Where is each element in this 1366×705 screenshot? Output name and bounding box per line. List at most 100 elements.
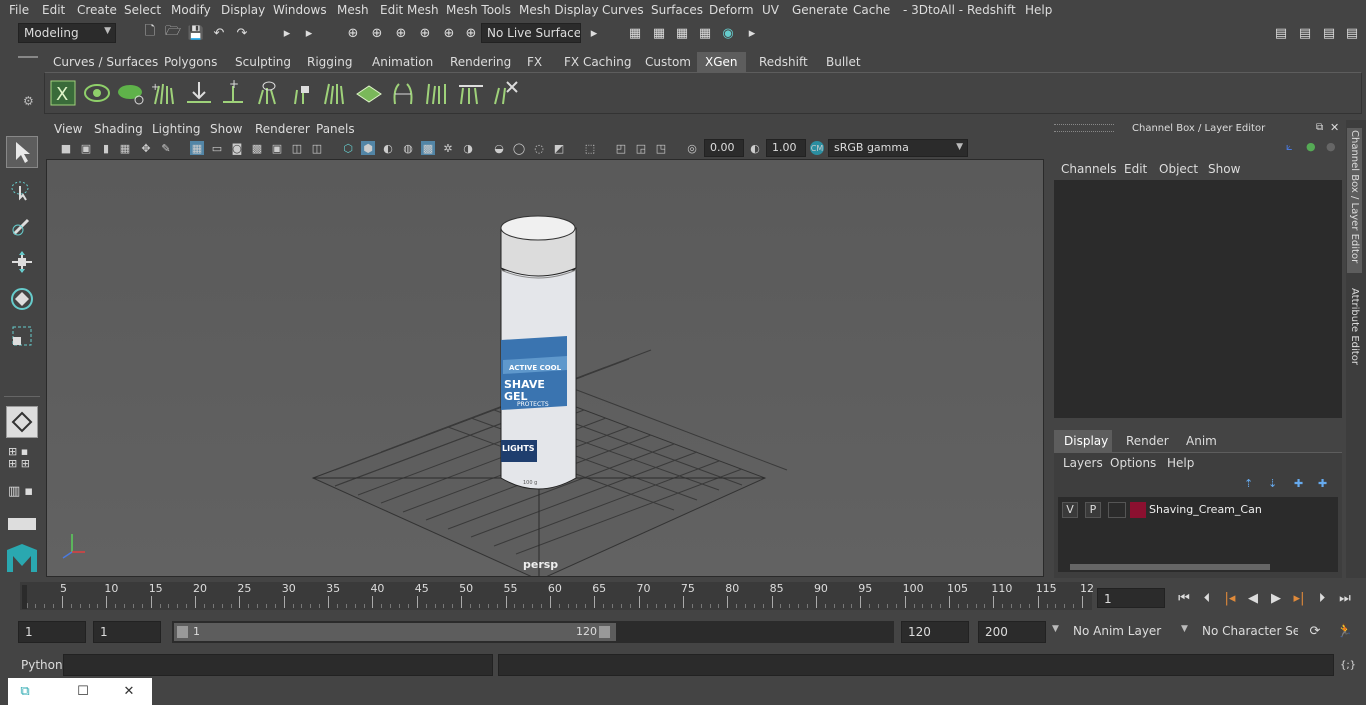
menu-create[interactable]: Create — [77, 3, 117, 17]
layout-single-icon[interactable]: ⊞ ▪ ⊞ ⊞ — [8, 446, 36, 472]
scale-tool-icon[interactable] — [6, 320, 38, 352]
tab-animation[interactable]: Animation — [364, 52, 441, 72]
xgen-guide-icon[interactable]: + — [150, 78, 180, 108]
menu-help[interactable]: Help — [1025, 3, 1052, 17]
layer-menu-options[interactable]: Options — [1110, 456, 1156, 470]
live-surface-field[interactable]: No Live Surface — [481, 23, 581, 43]
color-mgmt-icon[interactable]: CM — [810, 141, 824, 155]
tab-anim[interactable]: Anim — [1178, 430, 1228, 452]
menu-mesh-tools[interactable]: Mesh Tools — [446, 3, 511, 17]
hud-icon[interactable]: ◳ — [654, 141, 668, 155]
xgen-bend-icon[interactable] — [388, 78, 418, 108]
layer-display-type[interactable] — [1108, 502, 1126, 518]
xgen-normalize-icon[interactable] — [320, 78, 350, 108]
key-icon[interactable]: ● — [1326, 140, 1336, 153]
move-layer-up-icon[interactable]: ⇡ — [1244, 477, 1253, 490]
xray-icon[interactable]: ⬚ — [583, 141, 597, 155]
layer-name[interactable]: Shaving_Cream_Can — [1149, 503, 1262, 516]
range-end-handle[interactable] — [599, 626, 610, 638]
toggle-ui-icon[interactable]: ▤ — [1296, 24, 1314, 42]
layout-outliner-icon[interactable] — [8, 518, 36, 530]
axis-icon[interactable]: ⟀ — [1286, 140, 1293, 154]
panel-grip-icon[interactable] — [1054, 124, 1114, 132]
menu-display[interactable]: Display — [221, 3, 265, 17]
vp-menu-lighting[interactable]: Lighting — [152, 122, 201, 136]
auto-key-icon[interactable]: ⟳ — [1306, 622, 1324, 640]
menu-uv[interactable]: UV — [762, 3, 779, 17]
channel-list[interactable] — [1054, 180, 1342, 418]
vp-menu-show[interactable]: Show — [210, 122, 242, 136]
render-seq-icon[interactable]: ▦ — [650, 24, 668, 42]
isolate-select-icon[interactable]: ◩ — [552, 141, 566, 155]
xgen-length-icon[interactable] — [456, 78, 486, 108]
menu-modify[interactable]: Modify — [171, 3, 211, 17]
playback-start-field[interactable]: 1 — [93, 621, 161, 643]
scene-end-field[interactable]: 200 — [978, 621, 1046, 643]
textured-icon[interactable]: ◍ — [401, 141, 415, 155]
move-tool-icon[interactable] — [6, 246, 38, 278]
layer-visibility-toggle[interactable]: V — [1062, 502, 1078, 518]
wireframe-on-shaded-icon[interactable]: ◐ — [381, 141, 395, 155]
gamma-field[interactable]: 1.00 — [766, 139, 806, 157]
redo-icon[interactable]: ↷ — [233, 24, 251, 42]
play-backward-icon[interactable]: ◀ — [1244, 589, 1262, 607]
go-to-start-icon[interactable]: ⏮ — [1175, 589, 1193, 607]
close-window-icon[interactable]: ✕ — [120, 682, 138, 700]
menu-curves[interactable]: Curves — [602, 3, 644, 17]
menu-select[interactable]: Select — [124, 3, 161, 17]
exposure-icon[interactable]: ◎ — [685, 141, 699, 155]
smooth-shade-icon[interactable]: ⬢ — [361, 141, 375, 155]
close-icon[interactable]: ✕ — [1330, 121, 1339, 134]
workspace-icon[interactable]: ▤ — [1272, 24, 1290, 42]
bookmark-icon[interactable]: ▮ — [99, 141, 113, 155]
menu-mesh[interactable]: Mesh — [337, 3, 369, 17]
xgen-editor-icon[interactable]: X — [48, 78, 78, 108]
menu-edit-mesh[interactable]: Edit Mesh — [380, 3, 439, 17]
layer-scrollbar[interactable] — [1058, 562, 1338, 572]
maya-window-icon[interactable]: ⧉ — [16, 682, 34, 700]
tab-fx[interactable]: FX — [519, 52, 550, 72]
layout-two-panes-icon[interactable]: ▥ ▪ — [8, 484, 36, 510]
character-set-field[interactable]: No Character Set — [1196, 621, 1298, 643]
snap-point-icon[interactable]: ⊕ — [392, 24, 410, 42]
layer-menu-layers[interactable]: Layers — [1063, 456, 1103, 470]
step-forward-icon[interactable]: ⏵ — [1313, 589, 1331, 607]
gate-mask-icon[interactable]: ▩ — [250, 141, 264, 155]
side-tab-attribute-editor[interactable]: Attribute Editor — [1347, 286, 1362, 376]
vp-menu-renderer[interactable]: Renderer — [255, 122, 310, 136]
current-time-marker[interactable] — [22, 585, 27, 609]
chevron-down-icon[interactable]: ▼ — [1052, 624, 1059, 634]
new-layer-icon[interactable]: ✚ — [1294, 477, 1303, 490]
layer-menu-help[interactable]: Help — [1167, 456, 1194, 470]
maximize-icon[interactable]: ☐ — [74, 682, 92, 700]
toggle-panel-icon[interactable]: ▤ — [1320, 24, 1338, 42]
color-space-dropdown[interactable]: sRGB gamma ▼ — [828, 139, 968, 157]
paint-select-tool-icon[interactable] — [6, 210, 38, 242]
snap-view-icon[interactable]: ⊕ — [416, 24, 434, 42]
vp-menu-view[interactable]: View — [54, 122, 82, 136]
expand-icon[interactable]: ▸ — [743, 24, 761, 42]
tab-rendering[interactable]: Rendering — [442, 52, 519, 72]
camera-select-icon[interactable]: ■ — [59, 141, 73, 155]
hypershade-icon[interactable]: ◉ — [719, 24, 737, 42]
last-tool-icon[interactable] — [6, 406, 38, 438]
layer-playback-toggle[interactable]: P — [1085, 502, 1101, 518]
menu-file[interactable]: File — [9, 3, 29, 17]
tab-sculpting[interactable]: Sculpting — [227, 52, 299, 72]
vp-menu-shading[interactable]: Shading — [94, 122, 143, 136]
anim-layer-field[interactable]: No Anim Layer — [1067, 621, 1175, 643]
open-scene-icon[interactable]: 🗁 — [164, 24, 182, 42]
select-tool-icon[interactable] — [6, 136, 38, 168]
perspective-viewport[interactable]: ACTIVE COOL SHAVE GEL PROTECTS LIGHTS 10… — [46, 159, 1044, 577]
lasso-tool-icon[interactable] — [6, 174, 38, 206]
go-to-end-icon[interactable]: ⏭ — [1336, 589, 1354, 607]
xgen-place-icon[interactable] — [184, 78, 214, 108]
xgen-cut-icon[interactable] — [422, 78, 452, 108]
image-plane-icon[interactable]: ▦ — [118, 141, 132, 155]
render-frame-icon[interactable]: ▦ — [626, 24, 644, 42]
dof-icon[interactable]: ◌ — [532, 141, 546, 155]
cb-menu-channels[interactable]: Channels — [1061, 162, 1117, 176]
range-start-handle[interactable] — [177, 626, 188, 638]
xgen-delete-icon[interactable] — [490, 78, 520, 108]
scene-start-field[interactable]: 1 — [18, 621, 86, 643]
